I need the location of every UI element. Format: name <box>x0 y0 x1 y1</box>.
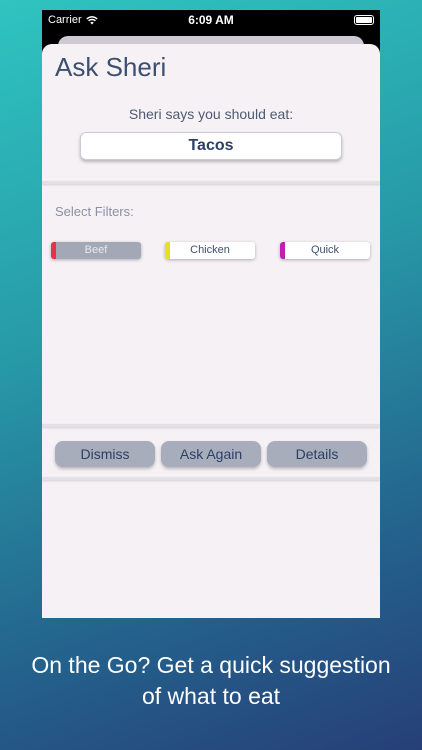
filter-chip-chicken[interactable]: Chicken <box>165 242 255 259</box>
filter-chip-label: Chicken <box>190 244 230 256</box>
filter-chip-label: Quick <box>310 244 340 256</box>
filter-color-swatch <box>280 242 285 259</box>
caption-line-2: of what to eat <box>141 683 281 709</box>
action-bar: Dismiss Ask Again Details <box>55 441 367 467</box>
status-time: 6:09 AM <box>188 13 234 27</box>
ask-again-button[interactable]: Ask Again <box>161 441 261 467</box>
divider-actions-top <box>42 424 380 427</box>
filters-label: Select Filters: <box>55 204 134 219</box>
ask-sheri-sheet: Ask Sheri Sheri says you should eat: Tac… <box>42 44 380 618</box>
filter-chip-label: Beef <box>84 244 108 256</box>
divider-actions-bottom <box>42 477 380 480</box>
filter-chip-quick[interactable]: Quick <box>280 242 370 259</box>
phone-screen: Carrier 6:09 AM Ask Sheri Sheri says you… <box>42 10 380 618</box>
status-bar: Carrier 6:09 AM <box>42 10 380 32</box>
sheet-title: Ask Sheri <box>55 52 167 82</box>
details-button[interactable]: Details <box>267 441 367 467</box>
caption-line-1: On the Go? Get a quick suggestion <box>31 652 391 678</box>
divider-top <box>42 181 380 184</box>
filter-chip-beef[interactable]: Beef <box>51 242 141 259</box>
filter-color-swatch <box>51 242 56 259</box>
dismiss-button[interactable]: Dismiss <box>55 441 155 467</box>
marketing-caption: On the Go? Get a quick suggestion of wha… <box>0 650 422 712</box>
filter-color-swatch <box>165 242 170 259</box>
battery-icon <box>354 15 374 25</box>
suggestion-subtitle: Sheri says you should eat: <box>128 106 294 122</box>
suggestion-result: Tacos <box>80 132 342 160</box>
